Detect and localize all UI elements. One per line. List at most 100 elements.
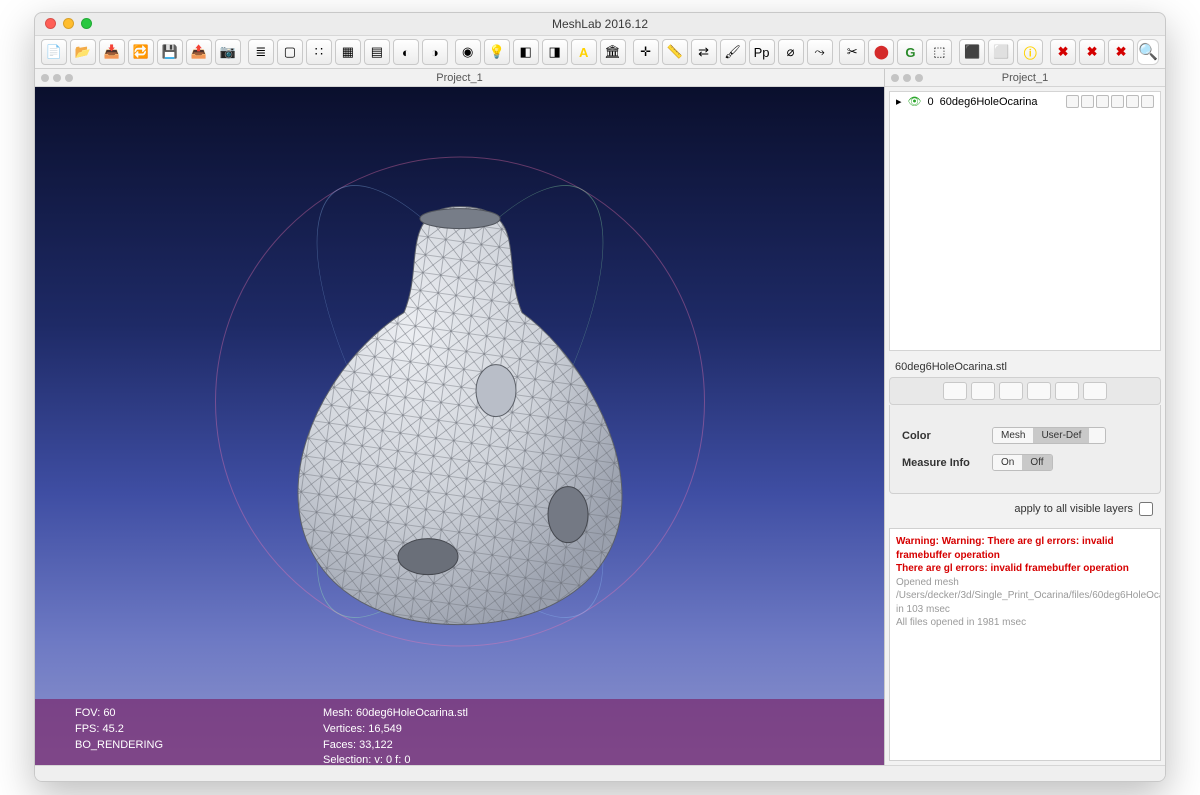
toolbar-delete-face-button[interactable]: ✖ xyxy=(1079,39,1105,65)
toolbar-ruler-button[interactable]: 📏 xyxy=(662,39,688,65)
toolbar-axis-button[interactable]: ✛ xyxy=(633,39,659,65)
select-vert-icon: ⬚ xyxy=(933,44,945,60)
props-filename: 60deg6HoleOcarina.stl xyxy=(889,357,1161,377)
layer-render-icons[interactable] xyxy=(1066,95,1154,108)
layer-index: 0 xyxy=(928,96,934,108)
log-warning: There are gl errors: invalid framebuffer… xyxy=(896,562,1154,576)
expand-arrow-icon[interactable]: ▸ xyxy=(896,95,902,108)
toolbar-select-conn-button[interactable]: ⬜ xyxy=(988,39,1014,65)
axis-icon: ✛ xyxy=(640,44,651,60)
mesh-object[interactable] xyxy=(270,197,650,627)
toolbar-georef-button[interactable]: G xyxy=(897,39,923,65)
titlebar[interactable]: MeshLab 2016.12 xyxy=(35,13,1165,35)
toolbar-show-edges-button[interactable]: ▦ xyxy=(335,39,361,65)
apply-all-label: apply to all visible layers xyxy=(1014,503,1133,515)
log-panel[interactable]: Warning: Warning: There are gl errors: i… xyxy=(889,528,1161,761)
toolbar-radius-button[interactable]: ⌀ xyxy=(778,39,804,65)
toolbar-layers-button[interactable]: ≣ xyxy=(248,39,274,65)
toolbar-select-face-button[interactable]: ⬛ xyxy=(959,39,985,65)
window-footer xyxy=(35,765,1165,781)
toolbar-show-wire-button[interactable]: ▤ xyxy=(364,39,390,65)
double-side-icon: ◨ xyxy=(549,44,561,60)
status-faces: Faces: 33,122 xyxy=(323,739,468,753)
toolbar-export-button[interactable]: 💾 xyxy=(157,39,183,65)
measure-label: Measure Info xyxy=(902,457,992,469)
toolbar-museum-button[interactable]: 🏛 xyxy=(600,39,626,65)
arc-icon: ⤳ xyxy=(814,44,824,60)
delete-face-icon: ✖ xyxy=(1087,44,1098,60)
search-icon: 🔍 xyxy=(1138,42,1158,62)
window-zoom-button[interactable] xyxy=(81,18,92,29)
paint-icon: 🖌 xyxy=(724,44,741,60)
window-close-button[interactable] xyxy=(45,18,56,29)
layer-name: 60deg6HoleOcarina xyxy=(940,96,1038,108)
import-mesh-icon: 📥 xyxy=(104,44,120,60)
toolbar-select-vert-button[interactable]: ⬚ xyxy=(926,39,952,65)
toolbar-reload-button[interactable]: 🔁 xyxy=(128,39,154,65)
info-i-icon: ⓘ xyxy=(1024,43,1037,62)
toolbar-open-project-button[interactable]: 📂 xyxy=(70,39,96,65)
back-face-icon: ◧ xyxy=(520,44,532,60)
toolbar-light-button[interactable]: 💡 xyxy=(484,39,510,65)
status-mesh-name: Mesh: 60deg6HoleOcarina.stl xyxy=(323,707,468,721)
toolbar-poisson-pp-button[interactable]: Pp xyxy=(749,39,775,65)
side-pane-title: Project_1 xyxy=(885,69,1165,87)
toolbar-import-mesh-button[interactable]: 📥 xyxy=(99,39,125,65)
fill-toggle-icon: ◉ xyxy=(462,44,473,60)
georef-icon: G xyxy=(905,45,915,60)
log-line: Opened mesh /Users/decker/3d/Single_Prin… xyxy=(896,576,1154,617)
toolbar-show-flat-button[interactable]: ◐ xyxy=(393,39,419,65)
ruler-icon: 📏 xyxy=(666,44,682,60)
visibility-eye-icon[interactable]: 👁 xyxy=(908,95,922,108)
toolbar-crop-button[interactable]: ✂ xyxy=(839,39,865,65)
status-fov: FOV: 60 xyxy=(75,707,163,721)
toolbar-paint-button[interactable]: 🖌 xyxy=(720,39,746,65)
toolbar-color-dot-button[interactable]: ⬤ xyxy=(868,39,894,65)
toolbar-arc-button[interactable]: ⤳ xyxy=(807,39,833,65)
show-smooth-icon: ◑ xyxy=(431,45,439,60)
light-icon: 💡 xyxy=(489,44,505,60)
main-toolbar: 📄📂 📥 🔁 💾 📤 📷 ≣▢ ∷ ▦ ▤ ◐ ◑ ◉ 💡 ◧ ◨ A 🏛 ✛ 📏 ⇄ 🖌 Pp⌀ ⤳ ✂⬤ G ⬚ ⬛⬜ ⓘ ✖ ✖ ✖ 🔍 xyxy=(35,35,1165,69)
ambient-occlusion-a-icon: A xyxy=(579,45,588,60)
toolbar-snapshot-button[interactable]: 📷 xyxy=(215,39,241,65)
window-minimize-button[interactable] xyxy=(63,18,74,29)
toolbar-info-i-button[interactable]: ⓘ xyxy=(1017,39,1043,65)
show-flat-icon: ◐ xyxy=(402,45,410,60)
viewport-status-strip: FOV: 60 FPS: 45.2 BO_RENDERING Mesh: 60d… xyxy=(35,699,884,765)
toolbar-fill-toggle-button[interactable]: ◉ xyxy=(455,39,481,65)
toolbar-show-smooth-button[interactable]: ◑ xyxy=(422,39,448,65)
measure-segmented[interactable]: On Off xyxy=(992,454,1053,471)
align-icon: ⇄ xyxy=(698,44,709,60)
toolbar-delete-all-button[interactable]: ✖ xyxy=(1108,39,1134,65)
log-warning: Warning: Warning: There are gl errors: i… xyxy=(896,535,1154,562)
delete-vert-icon: ✖ xyxy=(1058,44,1069,60)
toolbar-show-points-button[interactable]: ∷ xyxy=(306,39,332,65)
toolbar-new-project-button[interactable]: 📄 xyxy=(41,39,67,65)
toolbar-align-button[interactable]: ⇄ xyxy=(691,39,717,65)
toolbar-ambient-occlusion-a-button[interactable]: A xyxy=(571,39,597,65)
color-segmented[interactable]: Mesh User-Def xyxy=(992,427,1106,444)
status-selection: Selection: v: 0 f: 0 xyxy=(323,754,468,765)
color-label: Color xyxy=(902,430,992,442)
apply-all-checkbox[interactable] xyxy=(1139,502,1153,516)
delete-all-icon: ✖ xyxy=(1116,44,1127,60)
3d-viewport[interactable]: FOV: 60 FPS: 45.2 BO_RENDERING Mesh: 60d… xyxy=(35,87,884,765)
layer-row[interactable]: ▸ 👁 0 60deg6HoleOcarina xyxy=(890,92,1160,111)
viewport-pane-title: Project_1 xyxy=(35,69,884,87)
snapshot-icon: 📷 xyxy=(220,44,236,60)
show-edges-icon: ▦ xyxy=(342,44,354,60)
show-points-icon: ∷ xyxy=(315,44,323,60)
toolbar-back-face-button[interactable]: ◧ xyxy=(513,39,539,65)
toolbar-delete-vert-button[interactable]: ✖ xyxy=(1050,39,1076,65)
toolbar-double-side-button[interactable]: ◨ xyxy=(542,39,568,65)
props-tabs[interactable] xyxy=(889,377,1161,405)
window-title: MeshLab 2016.12 xyxy=(552,17,648,31)
museum-icon: 🏛 xyxy=(604,44,621,60)
toolbar-show-box-button[interactable]: ▢ xyxy=(277,39,303,65)
export-icon: 💾 xyxy=(162,44,178,60)
export-project-icon: 📤 xyxy=(191,44,207,60)
layer-list[interactable]: ▸ 👁 0 60deg6HoleOcarina xyxy=(889,91,1161,351)
toolbar-export-project-button[interactable]: 📤 xyxy=(186,39,212,65)
toolbar-search[interactable]: 🔍 xyxy=(1137,39,1159,65)
log-line: All files opened in 1981 msec xyxy=(896,616,1154,630)
